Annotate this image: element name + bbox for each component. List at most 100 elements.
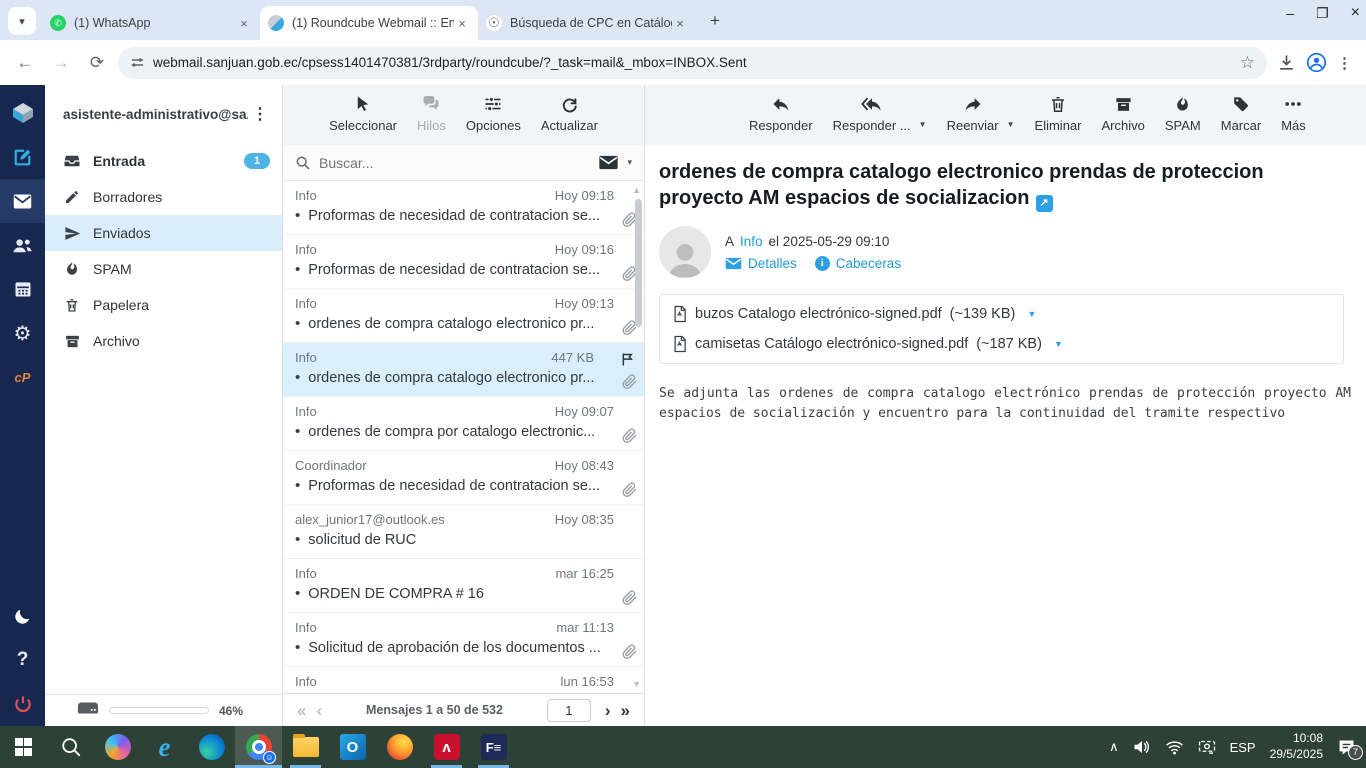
attachment-item[interactable]: buzos Catalogo electrónico-signed.pdf (~… <box>660 299 1343 329</box>
details-toggle[interactable]: Detalles <box>725 256 797 271</box>
archive-button[interactable]: Archivo <box>1102 93 1145 133</box>
browser-menu-icon[interactable]: ⋮ <box>1337 54 1352 72</box>
folder-papelera[interactable]: Papelera <box>45 287 282 323</box>
refresh-button[interactable]: Actualizar <box>541 93 598 133</box>
forward-button[interactable]: Reenviar <box>947 93 999 133</box>
tab-cpc-search[interactable]: ☉ Búsqueda de CPC en Catálogo × <box>478 6 696 40</box>
clock[interactable]: 10:08 29/5/2025 <box>1270 731 1323 762</box>
open-in-new-window-icon[interactable]: ↗ <box>1036 195 1053 212</box>
list-scrollbar[interactable] <box>635 199 642 327</box>
message-row[interactable]: Infomar 11:13 •Solicitud de aprobación d… <box>283 613 644 667</box>
tab-title: (1) Roundcube Webmail :: Envia <box>292 16 454 30</box>
reload-button[interactable]: ⟳ <box>82 48 112 78</box>
tab-search-button[interactable]: ▾ <box>8 7 36 35</box>
search-input[interactable] <box>319 155 590 171</box>
internet-explorer-button[interactable]: e <box>141 726 188 768</box>
folder-archivo[interactable]: Archivo <box>45 323 282 359</box>
message-row[interactable]: alex_junior17@outlook.esHoy 08:35 •solic… <box>283 505 644 559</box>
bookmark-star-icon[interactable]: ☆ <box>1240 53 1255 73</box>
profile-icon[interactable] <box>1306 52 1327 73</box>
reply-all-button[interactable]: Responder ... <box>833 93 911 133</box>
firefox-button[interactable] <box>376 726 423 768</box>
message-row[interactable]: InfoHoy 09:07 •ordenes de compra por cat… <box>283 397 644 451</box>
rail-calendar-button[interactable] <box>0 267 45 311</box>
recipient-line: A Info el 2025-05-29 09:10 <box>725 234 901 249</box>
reply-button[interactable]: Responder <box>749 93 813 133</box>
headers-toggle[interactable]: i Cabeceras <box>815 256 901 271</box>
folder-borradores[interactable]: Borradores <box>45 179 282 215</box>
window-close-button[interactable]: × <box>1351 4 1360 22</box>
address-bar[interactable]: webmail.sanjuan.gob.ec/cpsess1401470381/… <box>118 47 1267 79</box>
edge-button[interactable] <box>188 726 235 768</box>
tab-close-icon[interactable]: × <box>672 15 688 31</box>
chrome-button[interactable]: ☺ <box>235 726 282 768</box>
attachment-menu-icon[interactable]: ▼ <box>1027 309 1036 319</box>
prev-page-button[interactable]: ‹ <box>316 702 322 719</box>
scroll-up-icon[interactable]: ▲ <box>632 185 641 195</box>
notification-center-button[interactable]: 7 <box>1337 739 1356 756</box>
wifi-icon[interactable] <box>1165 740 1184 755</box>
more-button[interactable]: Más <box>1281 93 1306 133</box>
message-row[interactable]: InfoHoy 09:13 •ordenes de compra catalog… <box>283 289 644 343</box>
message-row[interactable]: Infolun 16:53 <box>283 667 644 693</box>
language-indicator[interactable]: ESP <box>1230 740 1256 755</box>
options-button[interactable]: Opciones <box>466 93 521 133</box>
message-row[interactable]: Infomar 16:25 •ORDEN DE COMPRA # 16 <box>283 559 644 613</box>
page-number-input[interactable] <box>547 699 591 722</box>
folder-entrada[interactable]: Entrada 1 <box>45 143 282 179</box>
folder-enviados[interactable]: Enviados <box>45 215 282 251</box>
taskbar-search-button[interactable] <box>47 726 94 768</box>
dark-mode-button[interactable] <box>0 594 45 638</box>
mark-button[interactable]: Marcar <box>1221 93 1261 133</box>
back-button[interactable]: ← <box>10 48 40 78</box>
message-row[interactable]: InfoHoy 09:16 •Proformas de necesidad de… <box>283 235 644 289</box>
forward-caret-icon[interactable]: ▼ <box>1007 120 1015 129</box>
window-minimize-button[interactable]: – <box>1286 5 1294 21</box>
firmaec-button[interactable]: F≡ <box>470 726 517 768</box>
compose-button[interactable] <box>0 135 45 179</box>
rail-mail-button[interactable] <box>0 179 45 223</box>
spam-button[interactable]: SPAM <box>1165 93 1201 133</box>
rail-settings-button[interactable]: ⚙ <box>0 311 45 355</box>
logout-button[interactable] <box>0 682 45 726</box>
recipient-link[interactable]: Info <box>740 234 763 249</box>
window-restore-button[interactable]: ❐ <box>1316 5 1329 22</box>
site-settings-icon[interactable] <box>130 55 145 70</box>
message-row[interactable]: InfoHoy 09:18 •Proformas de necesidad de… <box>283 181 644 235</box>
message-row[interactable]: CoordinadorHoy 08:43 •Proformas de neces… <box>283 451 644 505</box>
attachment-item[interactable]: camisetas Catálogo electrónico-signed.pd… <box>660 329 1343 359</box>
copilot-button[interactable] <box>94 726 141 768</box>
folder-spam[interactable]: SPAM <box>45 251 282 287</box>
forward-button[interactable]: → <box>46 48 76 78</box>
search-options-chevron-icon[interactable]: ▾ <box>627 157 632 168</box>
select-button[interactable]: Seleccionar <box>329 93 397 133</box>
start-button[interactable] <box>0 726 47 768</box>
volume-icon[interactable] <box>1133 739 1151 755</box>
threads-button[interactable]: Hilos <box>417 93 446 133</box>
flag-icon[interactable] <box>620 351 636 373</box>
outlook-button[interactable]: O <box>329 726 376 768</box>
first-page-button[interactable]: « <box>297 702 306 719</box>
acrobat-button[interactable]: ʌ <box>423 726 470 768</box>
rail-contacts-button[interactable] <box>0 223 45 267</box>
new-tab-button[interactable]: + <box>702 8 728 34</box>
search-scope-icon[interactable] <box>598 155 619 170</box>
delete-button[interactable]: Eliminar <box>1035 93 1082 133</box>
last-page-button[interactable]: » <box>621 702 630 719</box>
file-explorer-button[interactable] <box>282 726 329 768</box>
reply-all-caret-icon[interactable]: ▼ <box>919 120 927 129</box>
tab-whatsapp[interactable]: ✆ (1) WhatsApp × <box>42 6 260 40</box>
tab-close-icon[interactable]: × <box>236 15 252 31</box>
account-menu-icon[interactable]: ⋮ <box>248 104 272 124</box>
teams-status-icon[interactable] <box>1198 740 1216 755</box>
help-button[interactable]: ? <box>0 638 45 682</box>
next-page-button[interactable]: › <box>605 702 611 719</box>
scroll-down-icon[interactable]: ▼ <box>632 679 641 689</box>
tab-close-icon[interactable]: × <box>454 15 470 31</box>
downloads-icon[interactable] <box>1277 53 1296 72</box>
attachment-menu-icon[interactable]: ▼ <box>1054 339 1063 349</box>
cpanel-logo[interactable]: cP <box>0 355 45 399</box>
message-row-selected[interactable]: Info447 KB •ordenes de compra catalogo e… <box>283 343 644 397</box>
tab-roundcube[interactable]: (1) Roundcube Webmail :: Envia × <box>260 6 478 40</box>
hidden-icons-chevron[interactable]: ∧ <box>1109 739 1119 755</box>
